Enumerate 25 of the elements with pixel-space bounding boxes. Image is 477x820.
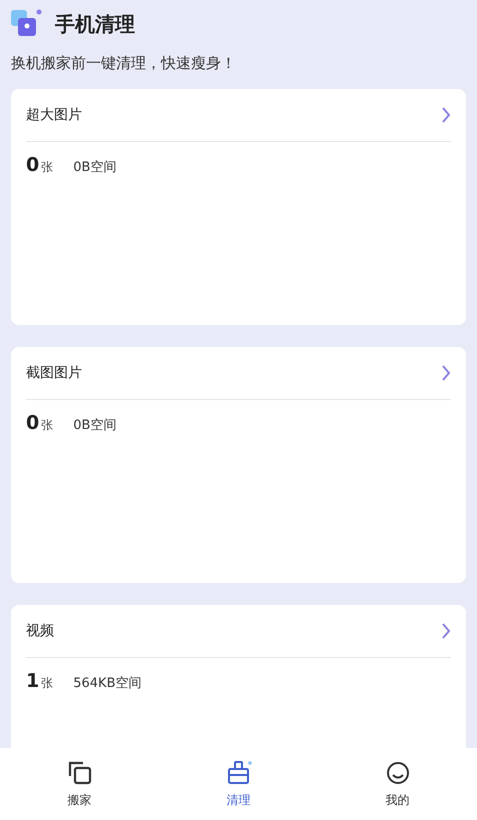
page-subtitle: 换机搬家前一键清理，快速瘦身！ (11, 54, 237, 73)
chevron-right-icon[interactable] (441, 622, 451, 640)
space-size: 0B空间 (73, 159, 116, 176)
category-card[interactable]: 截图图片 0 张 0B空间 (11, 347, 466, 583)
card-title: 视频 (26, 622, 54, 640)
chevron-right-icon[interactable] (441, 364, 451, 382)
tab[interactable]: 清理 (206, 748, 272, 820)
copy-icon (66, 760, 92, 786)
page-title: 手机清理 (55, 10, 135, 38)
category-card[interactable]: 视频 1 张 564KB空间 (11, 605, 466, 748)
tab[interactable]: 搬家 (46, 748, 112, 820)
item-count: 0 (26, 154, 40, 176)
count-unit: 张 (41, 675, 54, 692)
item-count: 0 (26, 412, 40, 434)
tab[interactable]: 我的 (364, 748, 430, 820)
item-count: 1 (26, 670, 40, 692)
space-size: 0B空间 (73, 417, 116, 434)
count-unit: 张 (41, 159, 54, 176)
chevron-right-icon[interactable] (441, 106, 451, 124)
count-unit: 张 (41, 417, 54, 434)
brush-icon (226, 760, 252, 786)
category-card[interactable]: 超大图片 0 张 0B空间 (11, 89, 466, 325)
card-title: 截图图片 (26, 364, 82, 382)
space-size: 564KB空间 (73, 675, 142, 692)
card-title: 超大图片 (26, 106, 82, 124)
